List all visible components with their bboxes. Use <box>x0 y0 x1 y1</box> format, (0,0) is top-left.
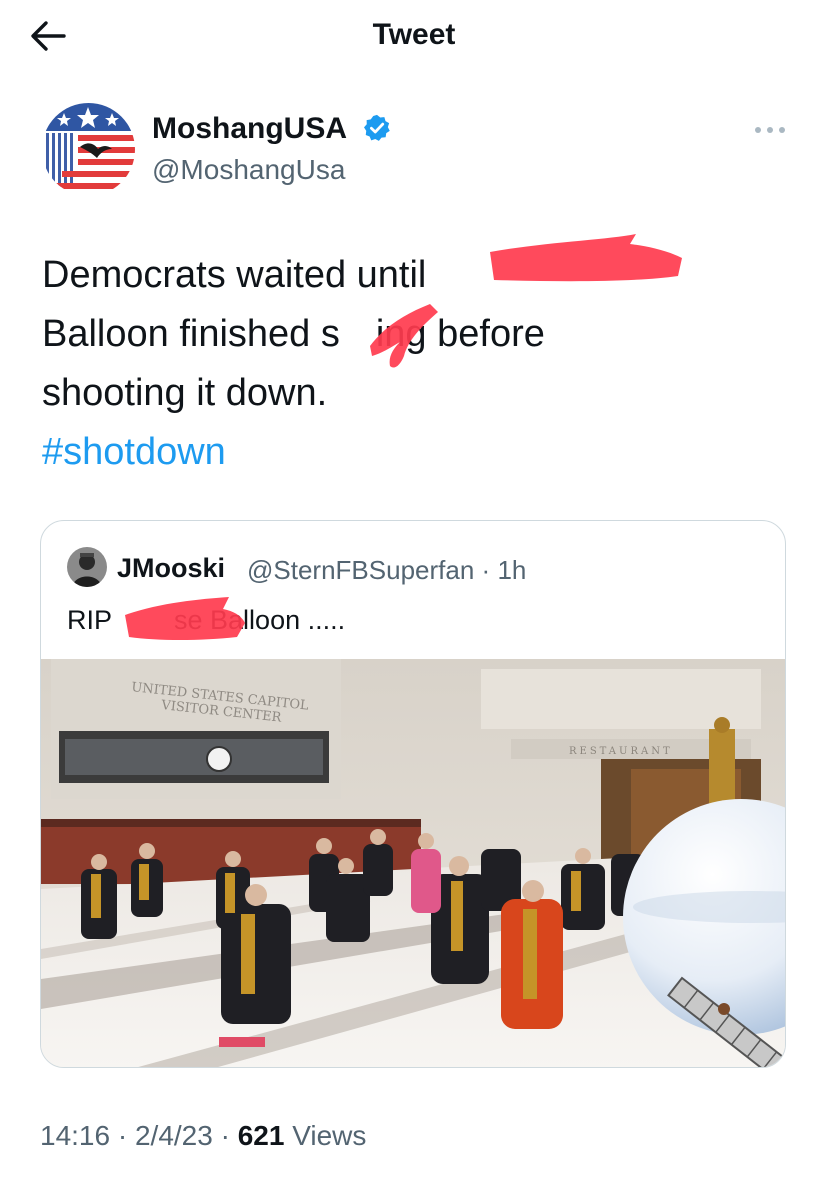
person-photo-icon <box>67 547 107 587</box>
tweet-line-1: Democrats waited until <box>42 254 427 296</box>
top-bar: Tweet <box>0 0 828 72</box>
tweet-line-2a: Balloon finished s <box>42 313 340 355</box>
page-title: Tweet <box>372 18 456 51</box>
quote-author-meta: @SternFBSuperfan · 1h <box>247 555 526 586</box>
more-dots-icon[interactable] <box>752 118 788 142</box>
quote-author-name[interactable]: JMooski <box>117 553 225 584</box>
quote-text: RIP se Balloon ..... <box>67 605 345 636</box>
tweet-time[interactable]: 14:16 <box>40 1120 110 1151</box>
author-handle[interactable]: @MoshangUsa <box>152 154 345 186</box>
hashtag-link[interactable]: #shotdown <box>42 423 772 482</box>
tweet-meta: 14:16 · 2/4/23 · 621 Views <box>40 1120 366 1152</box>
quote-avatar[interactable] <box>67 547 107 587</box>
quote-media-image[interactable]: UNITED STATES CAPITOL VISITOR CENTER RES… <box>41 659 786 1068</box>
verified-badge-icon <box>364 114 390 141</box>
author-name[interactable]: MoshangUSA <box>152 112 347 146</box>
tweet-line-2b: ing before <box>375 313 545 355</box>
quote-author-handle[interactable]: @SternFBSuperfan <box>247 555 474 585</box>
meta-separator: · <box>117 1120 128 1151</box>
quote-text-b: se Balloon ..... <box>174 605 346 635</box>
restaurant-sign-text: RESTAURANT <box>569 746 673 757</box>
quote-text-a: RIP <box>67 605 113 635</box>
tweet-line-3: shooting it down. <box>42 372 328 414</box>
quoted-tweet[interactable]: JMooski @SternFBSuperfan · 1h RIP se Ball… <box>40 520 786 1068</box>
tweet-text: Democrats waited until Balloon finished … <box>42 246 772 482</box>
quote-time[interactable]: 1h <box>497 555 526 585</box>
flag-logo-icon <box>42 103 135 196</box>
tweet-line-2: Balloon finished s ing before <box>42 305 772 364</box>
views-count[interactable]: 621 <box>238 1120 285 1151</box>
avatar[interactable] <box>42 103 135 196</box>
views-label[interactable]: Views <box>292 1120 366 1151</box>
tweet-date[interactable]: 2/4/23 <box>135 1120 213 1151</box>
meta-separator: · <box>220 1120 230 1151</box>
quote-separator: · <box>481 555 491 585</box>
